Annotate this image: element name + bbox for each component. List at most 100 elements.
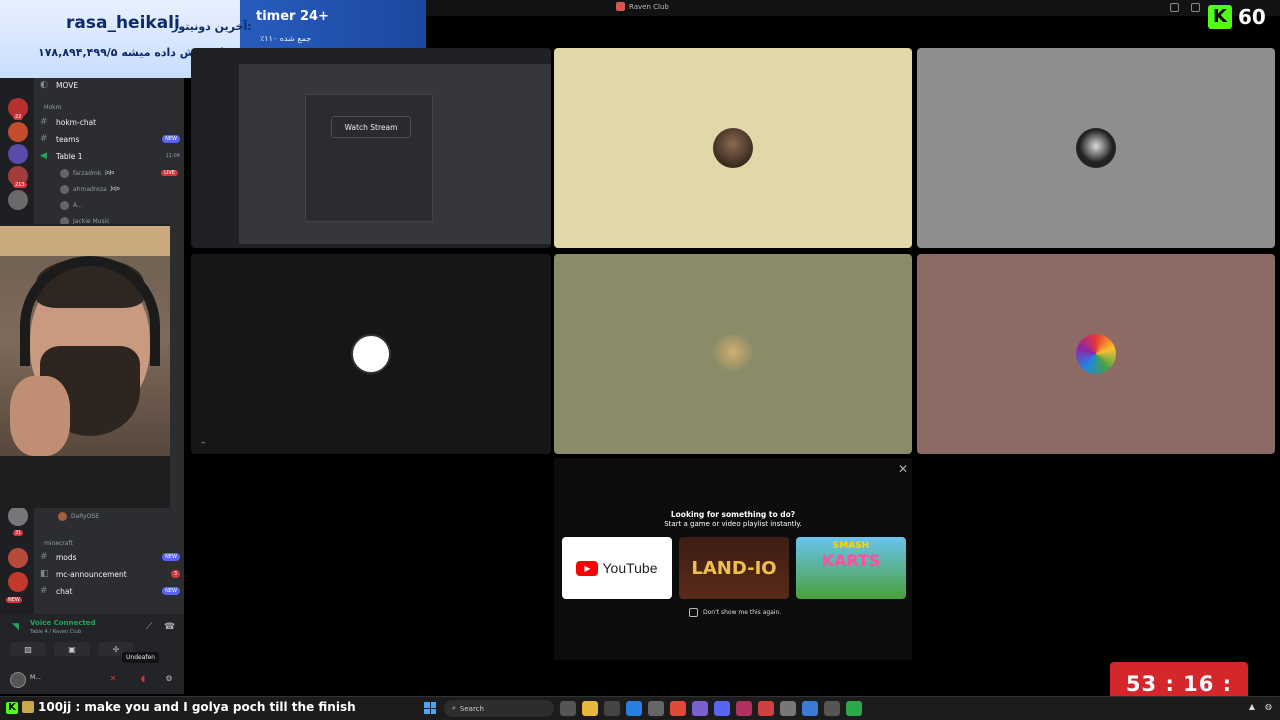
chrome-icon[interactable]: [670, 701, 686, 716]
app-icon[interactable]: [780, 701, 796, 716]
camera-off-icon: ▧: [24, 644, 32, 654]
avatar: [1076, 128, 1116, 168]
avatar[interactable]: [10, 672, 26, 688]
disconnect-icon[interactable]: ☎: [164, 622, 175, 632]
settings-icon[interactable]: [648, 701, 664, 716]
participant-tile[interactable]: [554, 48, 912, 248]
activity-smash-karts[interactable]: SMASH KARTS: [796, 537, 906, 599]
deafen-icon[interactable]: ◖: [138, 674, 148, 684]
voice-status[interactable]: Voice Connected: [30, 619, 96, 627]
category-hokm[interactable]: Hokm: [44, 104, 62, 111]
new-badge: NEW: [162, 587, 180, 595]
streamer-shirt: [0, 456, 170, 508]
screen-share-button[interactable]: ▣: [54, 642, 90, 656]
channel-chat[interactable]: # chat NEW: [40, 584, 180, 598]
system-tray: ▲ ◍: [1249, 702, 1272, 711]
participant-tile[interactable]: [917, 254, 1275, 454]
hash-icon: #: [40, 117, 48, 127]
avatar: [60, 200, 69, 210]
activity-youtube[interactable]: ▶ YouTube: [562, 537, 672, 599]
channel-hokm-chat[interactable]: # hokm-chat: [40, 115, 180, 129]
voice-member[interactable]: DaRyOSE: [58, 510, 99, 522]
server-icon[interactable]: [8, 144, 28, 164]
activity-label: LAND-IO: [691, 557, 777, 579]
member-name: ahmadreza: [73, 185, 107, 193]
windows-start-icon[interactable]: [424, 702, 436, 714]
participant-tile[interactable]: ⌁: [191, 254, 551, 454]
member-name: farzadmk: [73, 169, 102, 177]
viewer-count: 60: [1238, 5, 1266, 29]
app-icon[interactable]: [758, 701, 774, 716]
channel-mods[interactable]: # mods NEW: [40, 550, 180, 564]
server-badge: 213: [13, 182, 27, 188]
member-tag: JoJo: [105, 170, 115, 176]
channel-move[interactable]: ◐ MOVE: [40, 78, 180, 92]
dont-show-label[interactable]: Don't show me this again.: [703, 609, 781, 616]
speaker-icon: ◀: [40, 151, 47, 161]
server-badge: 31: [13, 530, 24, 536]
server-badge: NEW: [6, 597, 22, 603]
voice-panel: ◥ Voice Connected Table 4 / Raven Club ⟋…: [0, 614, 184, 694]
discord-icon[interactable]: [714, 701, 730, 716]
webcam-overlay: [0, 224, 170, 508]
watch-stream-button[interactable]: Watch Stream: [331, 116, 411, 138]
close-icon[interactable]: ✕: [898, 462, 908, 476]
server-icon[interactable]: [8, 190, 28, 210]
voice-channel[interactable]: Table 4 / Raven Club: [30, 629, 81, 635]
app-title-text: Raven Club: [629, 2, 669, 11]
inbox-icon[interactable]: [1170, 3, 1179, 12]
edge-icon[interactable]: [626, 701, 642, 716]
file-explorer-icon[interactable]: [582, 701, 598, 716]
participant-tile[interactable]: [554, 254, 912, 454]
voice-member[interactable]: A...: [60, 199, 83, 211]
user-name[interactable]: M...: [30, 674, 41, 681]
gear-icon[interactable]: ⚙: [164, 674, 174, 684]
task-view-icon[interactable]: [560, 701, 576, 716]
channel-teams[interactable]: # teams NEW: [40, 132, 180, 146]
rider-icon[interactable]: [736, 701, 752, 716]
raven-club-icon: [616, 2, 625, 11]
store-icon[interactable]: [604, 701, 620, 716]
activity-label: KARTS: [821, 551, 881, 570]
chevron-up-icon[interactable]: ▲: [1249, 702, 1255, 711]
category-minecraft[interactable]: minecraft: [44, 540, 73, 547]
channel-table-1[interactable]: ◀ Table 1 11:04: [40, 149, 180, 163]
visual-studio-icon[interactable]: [692, 701, 708, 716]
hash-icon: #: [40, 552, 48, 562]
avatar: [60, 168, 69, 178]
server-icon[interactable]: [8, 122, 28, 142]
avatar: [351, 334, 391, 374]
mention-badge: 3: [170, 570, 180, 578]
avatar: [713, 334, 753, 374]
kick-logo-icon: K: [1208, 5, 1232, 29]
channel-label: mods: [56, 552, 77, 562]
app-icon[interactable]: [846, 701, 862, 716]
noise-suppression-icon[interactable]: ⟋: [146, 622, 152, 632]
server-icon[interactable]: [8, 572, 28, 592]
server-badge: 22: [13, 114, 24, 120]
app-icon[interactable]: [802, 701, 818, 716]
channel-mc-announcement[interactable]: ◧ mc-announcement 3: [40, 567, 180, 581]
voice-member[interactable]: farzadmk JoJo: [60, 167, 114, 179]
activity-land-io[interactable]: LAND-IO: [679, 537, 789, 599]
help-icon[interactable]: [1191, 3, 1200, 12]
server-icon[interactable]: [8, 506, 28, 526]
timer-title: timer 24+: [256, 9, 329, 24]
voice-member[interactable]: ahmadreza JoJo: [60, 183, 120, 195]
mute-icon[interactable]: ✕: [108, 674, 118, 684]
network-icon[interactable]: ◍: [1265, 702, 1272, 711]
screen-icon: ▣: [68, 644, 76, 654]
participant-tile[interactable]: [917, 48, 1275, 248]
live-badge: LIVE: [161, 170, 178, 176]
stream-tile[interactable]: Watch Stream: [191, 48, 551, 248]
activity-subtitle: Start a game or video playlist instantly…: [664, 520, 802, 528]
video-button[interactable]: ▧: [10, 642, 46, 656]
app-icon[interactable]: [824, 701, 840, 716]
search-placeholder: Search: [459, 704, 484, 713]
server-icon[interactable]: [8, 548, 28, 568]
activity-title: Looking for something to do?: [670, 510, 796, 519]
member-name: DaRyOSE: [71, 512, 100, 520]
signal-icon: ◥: [12, 622, 19, 632]
dont-show-checkbox[interactable]: [689, 608, 698, 617]
taskbar-search[interactable]: ⌕ Search: [444, 700, 554, 717]
